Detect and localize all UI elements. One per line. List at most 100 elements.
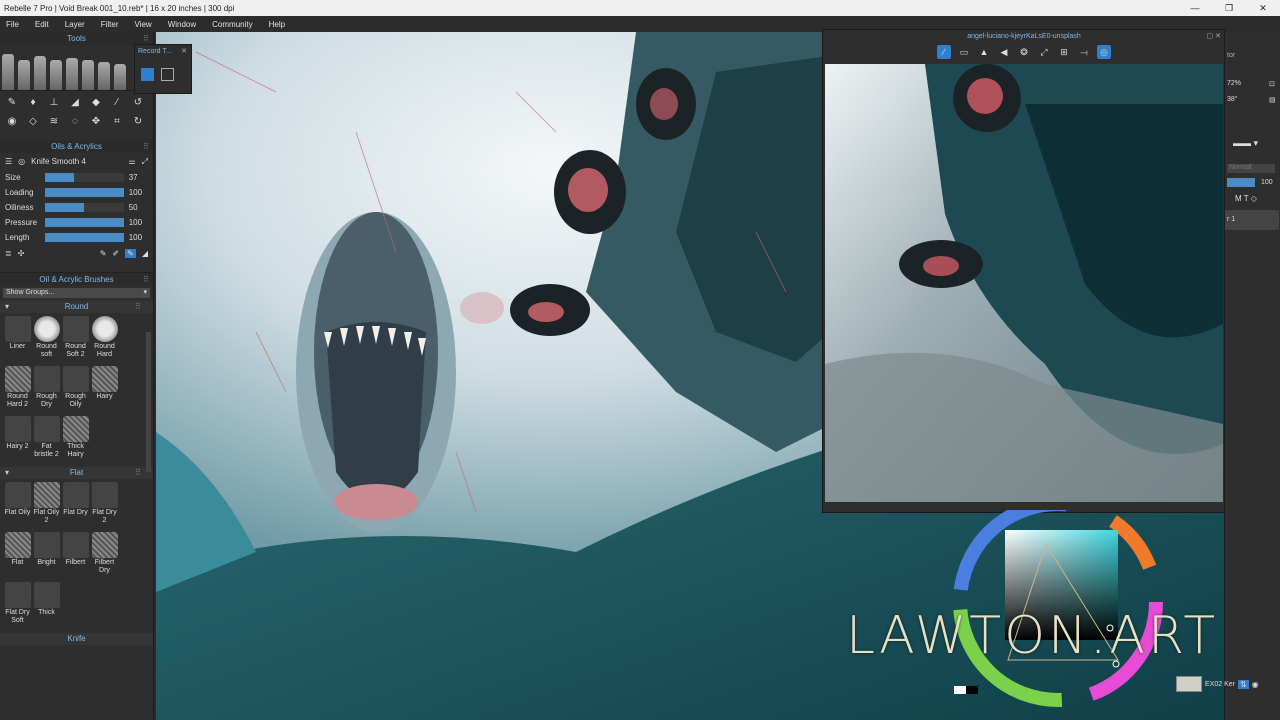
brush-options-icon[interactable]: ⤢ bbox=[142, 157, 148, 167]
brush-preset-icon[interactable] bbox=[18, 60, 30, 90]
blend-icon[interactable]: ♦ bbox=[23, 95, 43, 111]
blend-mode-select[interactable]: Normal bbox=[1227, 164, 1275, 173]
prop-value[interactable]: 100 bbox=[129, 233, 148, 242]
reference-image[interactable] bbox=[825, 64, 1223, 502]
brush-preset-icon[interactable] bbox=[34, 56, 46, 90]
triangle-icon[interactable]: ▲ bbox=[977, 45, 991, 59]
fit-icon[interactable]: ⤢ bbox=[1037, 45, 1051, 59]
menu-window[interactable]: Window bbox=[168, 20, 196, 29]
grip-icon[interactable]: ⠿ bbox=[143, 140, 149, 153]
brush-item[interactable]: Rough Oily bbox=[61, 366, 90, 414]
brush-preset-icon[interactable] bbox=[82, 60, 94, 90]
brushes-scrollbar[interactable] bbox=[146, 332, 151, 472]
brush-item[interactable]: Flat bbox=[3, 532, 32, 580]
brush-item[interactable]: Flat Dry 2 bbox=[90, 482, 119, 530]
brush-item[interactable]: Filbert Dry bbox=[90, 532, 119, 580]
grip-icon[interactable]: ⠿ bbox=[135, 301, 141, 313]
brush-item[interactable]: Flat Dry Soft bbox=[3, 582, 32, 630]
menu-edit[interactable]: Edit bbox=[35, 20, 49, 29]
layer-tools[interactable]: M T ◇ bbox=[1235, 194, 1257, 203]
close-icon[interactable]: ✕ bbox=[1246, 0, 1280, 16]
menu-help[interactable]: Help bbox=[269, 20, 285, 29]
smudge-icon[interactable]: ⊥ bbox=[44, 95, 64, 111]
brush-preset-icon[interactable] bbox=[114, 64, 126, 90]
transform-icon[interactable]: ✥ bbox=[86, 114, 106, 130]
eyedropper-icon[interactable]: ⁄ bbox=[937, 45, 951, 59]
brush-item[interactable]: Hairy 2 bbox=[3, 416, 32, 464]
eraser-icon[interactable]: ◢ bbox=[65, 95, 85, 111]
rotate-reset-icon[interactable]: ▤ bbox=[1269, 96, 1276, 104]
menu-community[interactable]: Community bbox=[212, 20, 252, 29]
flip-icon[interactable]: ◀ bbox=[997, 45, 1011, 59]
active-mode-icon[interactable]: ✎ bbox=[125, 249, 136, 258]
fill-icon[interactable]: ◆ bbox=[86, 95, 106, 111]
erase-mode-icon[interactable]: ◢ bbox=[142, 249, 148, 258]
layers-icon[interactable]: ▬▬ ▾ bbox=[1233, 138, 1258, 149]
menu-layer[interactable]: Layer bbox=[65, 20, 85, 29]
redo-icon[interactable]: ↻ bbox=[128, 114, 148, 130]
brush-preset-icon[interactable] bbox=[98, 62, 110, 90]
brush-item[interactable]: Bright bbox=[32, 532, 61, 580]
group-header-next[interactable]: Knife bbox=[0, 633, 153, 645]
brush-item[interactable]: Thick bbox=[32, 582, 61, 630]
brush-preset-icon[interactable] bbox=[50, 60, 62, 90]
zoom-fit-icon[interactable]: ⊡ bbox=[1269, 80, 1275, 88]
brush-preset-icon[interactable] bbox=[2, 54, 14, 90]
menu-icon[interactable]: ≣ bbox=[5, 249, 12, 258]
wind-icon[interactable]: ≋ bbox=[44, 114, 64, 130]
brush-item[interactable]: Round Hard bbox=[90, 316, 119, 364]
brush-name[interactable]: Knife Smooth 4 bbox=[31, 157, 122, 166]
prop-slider[interactable] bbox=[44, 203, 124, 212]
prop-value[interactable]: 100 bbox=[129, 188, 148, 197]
texture-icon[interactable]: ✣ bbox=[18, 249, 25, 258]
close-icon[interactable]: ✕ bbox=[1215, 33, 1221, 40]
mixing-icon[interactable]: ⇅ bbox=[1237, 679, 1249, 689]
group-select[interactable]: Show Groups... bbox=[3, 288, 150, 298]
color-swatch[interactable] bbox=[1176, 676, 1202, 692]
pin-icon[interactable]: ◎ bbox=[1097, 45, 1111, 59]
zoom-value[interactable]: 72% bbox=[1227, 80, 1241, 87]
brush-item[interactable]: Flat Dry bbox=[61, 482, 90, 530]
group-header[interactable]: ▾ Flat ⠿ bbox=[0, 467, 153, 479]
collapse-icon[interactable]: ▾ bbox=[5, 467, 9, 479]
maximize-icon[interactable]: ▢ bbox=[1207, 33, 1214, 40]
settings-icon[interactable]: ⚌ bbox=[128, 157, 135, 166]
brush-item[interactable]: Rough Dry bbox=[32, 366, 61, 414]
group-header[interactable]: ▾ Round ⠿ bbox=[0, 301, 153, 313]
brush-item[interactable]: Round Soft 2 bbox=[61, 316, 90, 364]
grip-icon[interactable]: ⠿ bbox=[135, 467, 141, 479]
paint-mode-icon[interactable]: ✎ bbox=[100, 249, 107, 258]
prop-value[interactable]: 100 bbox=[129, 218, 148, 227]
rectangle-icon[interactable]: ▭ bbox=[957, 45, 971, 59]
record-layout-icon[interactable] bbox=[141, 68, 154, 81]
crop-icon[interactable]: ⌗ bbox=[107, 114, 127, 130]
prop-slider[interactable] bbox=[44, 218, 124, 227]
dry-icon[interactable]: ◇ bbox=[23, 114, 43, 130]
opacity-value[interactable]: 100 bbox=[1261, 179, 1273, 186]
prop-slider[interactable] bbox=[44, 233, 124, 242]
prop-value[interactable]: 50 bbox=[129, 203, 148, 212]
prop-slider[interactable] bbox=[44, 173, 124, 182]
brush-item[interactable]: Flat Oily bbox=[3, 482, 32, 530]
brush-item[interactable]: Flat Oily 2 bbox=[32, 482, 61, 530]
brush-preset-icon[interactable] bbox=[66, 58, 78, 90]
line-icon[interactable]: ⟞ bbox=[1077, 45, 1091, 59]
undo-icon[interactable]: ↺ bbox=[128, 95, 148, 111]
menu-view[interactable]: View bbox=[134, 20, 151, 29]
brush-item[interactable]: Fat bristle 2 bbox=[32, 416, 61, 464]
minimize-icon[interactable]: — bbox=[1178, 0, 1212, 16]
collapse-icon[interactable]: ▾ bbox=[5, 301, 9, 313]
lasso-icon[interactable]: ◌ bbox=[65, 114, 85, 130]
prop-slider[interactable] bbox=[44, 188, 124, 197]
maximize-icon[interactable]: ❐ bbox=[1212, 0, 1246, 16]
blend-mode-icon[interactable]: ✐ bbox=[112, 249, 119, 258]
brush-target-icon[interactable]: ◎ bbox=[18, 157, 25, 166]
brush-item[interactable]: Thick Hairy bbox=[61, 416, 90, 464]
brush-item[interactable]: Liner bbox=[3, 316, 32, 364]
record-settings-icon[interactable] bbox=[161, 68, 174, 81]
rotation-value[interactable]: 38° bbox=[1227, 96, 1238, 103]
brush-item[interactable]: Hairy bbox=[90, 366, 119, 414]
brush-item[interactable]: Round Hard 2 bbox=[3, 366, 32, 414]
menu-filter[interactable]: Filter bbox=[101, 20, 119, 29]
pencil-icon[interactable]: ✎ bbox=[2, 95, 22, 111]
